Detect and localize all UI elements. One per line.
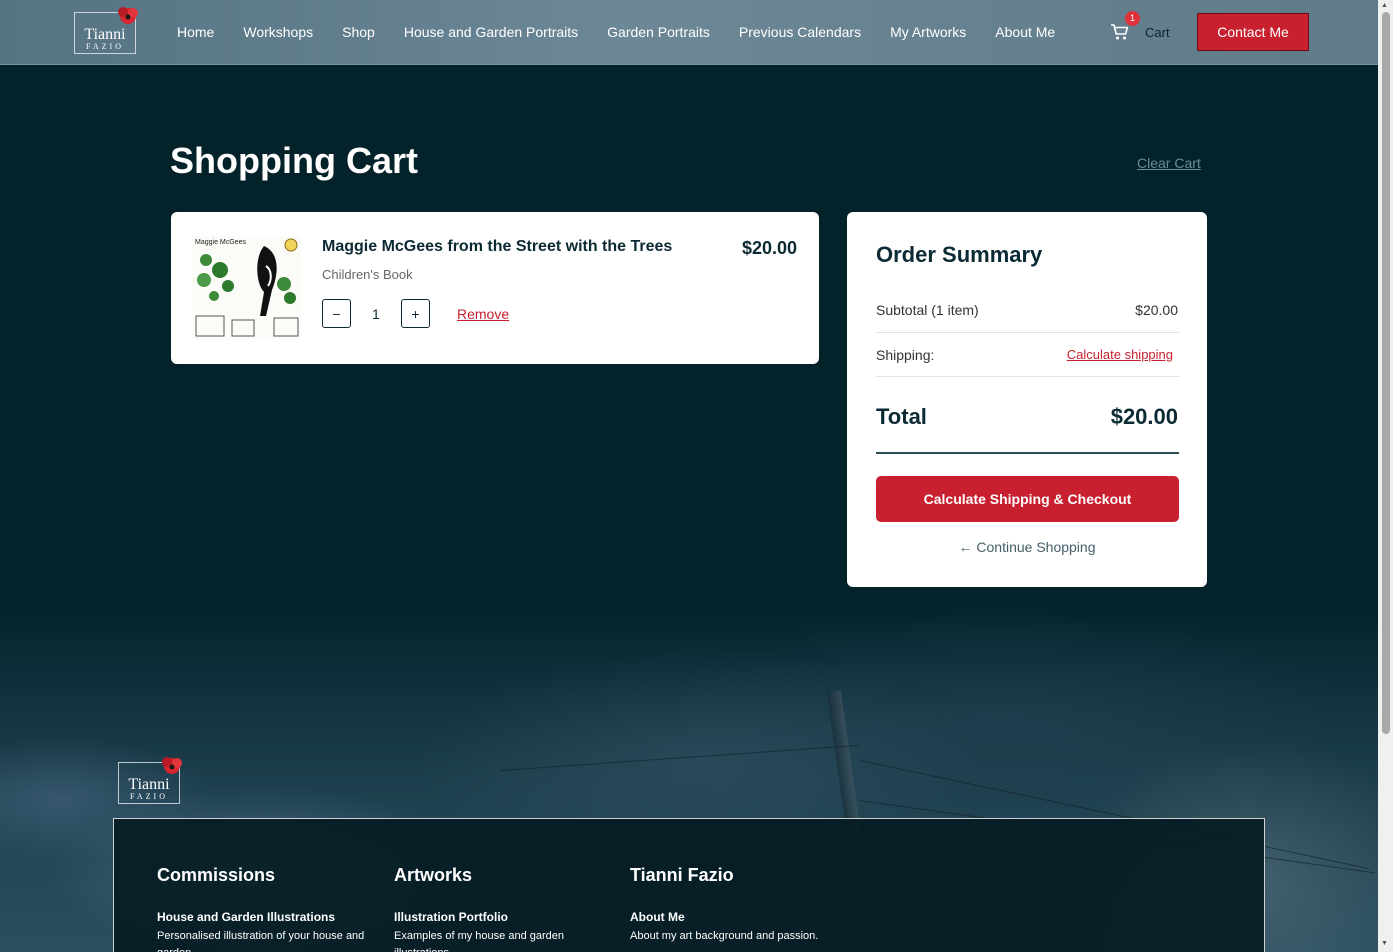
nav-previous-calendars[interactable]: Previous Calendars bbox=[739, 24, 861, 40]
product-price: $20.00 bbox=[741, 238, 797, 258]
continue-shopping-link[interactable]: ← Continue Shopping bbox=[847, 539, 1207, 555]
footer-heading: Commissions bbox=[157, 865, 276, 885]
footer-description: Examples of my house and garden illustra… bbox=[394, 930, 564, 952]
summary-divider bbox=[876, 332, 1179, 333]
scroll-down-arrow-icon[interactable]: ▼ bbox=[1381, 940, 1388, 947]
nav-about-me[interactable]: About Me bbox=[995, 24, 1055, 40]
poppy-icon bbox=[162, 757, 182, 774]
subtotal-value: $20.00 bbox=[1135, 302, 1178, 318]
cart-icon[interactable] bbox=[1110, 22, 1130, 42]
shipping-label: Shipping: bbox=[876, 347, 935, 363]
summary-divider bbox=[876, 376, 1179, 377]
page-title: Shopping Cart bbox=[170, 140, 418, 181]
product-title[interactable]: Maggie McGees from the Street with the T… bbox=[322, 238, 672, 256]
contact-me-button[interactable]: Contact Me bbox=[1197, 13, 1309, 51]
site-header: Tianni FAZIO Home Workshops Shop House a… bbox=[0, 0, 1378, 65]
total-value: $20.00 bbox=[1110, 404, 1178, 429]
scroll-up-arrow-icon[interactable]: ▲ bbox=[1381, 2, 1388, 9]
logo-subtext: FAZIO bbox=[130, 792, 168, 801]
footer-logo[interactable]: Tianni FAZIO bbox=[118, 757, 182, 804]
product-thumbnail[interactable]: Maggie McGees bbox=[192, 236, 301, 340]
footer-link[interactable]: Illustration Portfolio bbox=[394, 910, 604, 924]
remove-item-link[interactable]: Remove bbox=[457, 306, 509, 322]
book-cover-image: Maggie McGees bbox=[192, 236, 301, 340]
footer-column-artworks: Artworks Illustration Portfolio Examples… bbox=[394, 865, 604, 952]
product-category: Children's Book bbox=[322, 267, 413, 282]
footer-description: About my art background and passion. bbox=[630, 930, 819, 942]
thumbnail-caption: Maggie McGees bbox=[195, 239, 246, 246]
total-label: Total bbox=[876, 404, 927, 429]
subtotal-label: Subtotal (1 item) bbox=[876, 302, 979, 318]
order-summary: Order Summary Subtotal (1 item) $20.00 S… bbox=[847, 212, 1207, 587]
total-divider bbox=[876, 452, 1179, 454]
logo-subtext: FAZIO bbox=[86, 42, 124, 51]
nav-workshops[interactable]: Workshops bbox=[243, 24, 313, 40]
site-footer: Commissions House and Garden Illustratio… bbox=[113, 818, 1265, 952]
quantity-decrease-button[interactable]: − bbox=[322, 299, 351, 328]
logo-text: Tianni bbox=[128, 776, 170, 793]
nav-garden-portraits[interactable]: Garden Portraits bbox=[607, 24, 710, 40]
footer-link[interactable]: About Me bbox=[630, 910, 840, 924]
cart-count-badge: 1 bbox=[1125, 11, 1140, 26]
nav-shop[interactable]: Shop bbox=[342, 24, 375, 40]
main-nav: Home Workshops Shop House and Garden Por… bbox=[177, 24, 1084, 40]
footer-heading: Artworks bbox=[394, 865, 473, 885]
footer-column-tianni-fazio: Tianni Fazio About Me About my art backg… bbox=[630, 865, 840, 945]
nav-my-artworks[interactable]: My Artworks bbox=[890, 24, 966, 40]
calculate-shipping-link[interactable]: Calculate shipping bbox=[1067, 347, 1173, 362]
footer-link[interactable]: House and Garden Illustrations bbox=[157, 910, 367, 924]
clear-cart-link[interactable]: Clear Cart bbox=[1137, 155, 1201, 171]
scrollbar-thumb[interactable] bbox=[1382, 12, 1390, 734]
logo-text: Tianni bbox=[84, 26, 126, 43]
quantity-value: 1 bbox=[372, 306, 380, 322]
nav-home[interactable]: Home bbox=[177, 24, 214, 40]
footer-description: Personalised illustration of your house … bbox=[157, 930, 365, 952]
quantity-increase-button[interactable]: + bbox=[401, 299, 430, 328]
cart-item-card: Maggie McGees Maggie McGees from the Str… bbox=[171, 212, 819, 364]
site-logo[interactable]: Tianni FAZIO bbox=[74, 7, 138, 54]
cart-link[interactable]: Cart bbox=[1145, 25, 1170, 40]
footer-column-commissions: Commissions House and Garden Illustratio… bbox=[157, 865, 367, 952]
nav-house-garden-portraits[interactable]: House and Garden Portraits bbox=[404, 24, 578, 40]
poppy-icon bbox=[118, 7, 138, 24]
order-summary-title: Order Summary bbox=[876, 242, 1043, 267]
checkout-button[interactable]: Calculate Shipping & Checkout bbox=[876, 476, 1179, 522]
footer-heading: Tianni Fazio bbox=[630, 865, 734, 885]
